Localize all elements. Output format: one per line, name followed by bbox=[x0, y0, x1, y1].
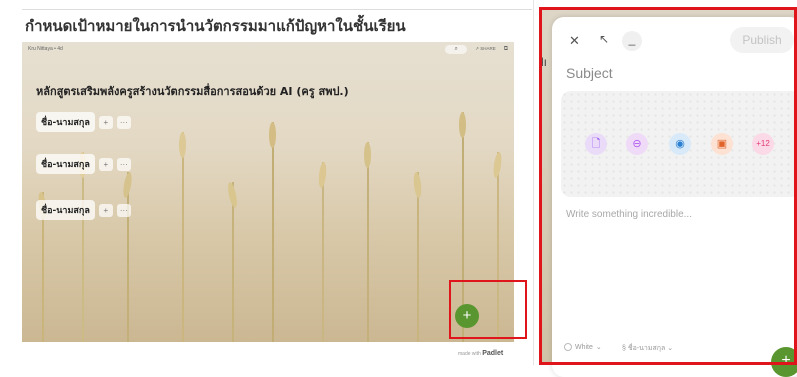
section-more-button[interactable]: ··· bbox=[116, 157, 131, 171]
section-more-button[interactable]: ··· bbox=[116, 203, 131, 217]
board-title: หลักสูตรเสริมพลังครูสร้างนวัตกรรมสื่อการ… bbox=[36, 85, 349, 98]
section-label[interactable]: ชื่อ-นามสกุล bbox=[36, 112, 95, 132]
made-with-padlet[interactable]: made with Padlet bbox=[458, 350, 503, 357]
section-label[interactable]: ชื่อ-นามสกุล bbox=[36, 154, 95, 174]
share-button[interactable]: ↗ SHARE bbox=[475, 46, 496, 52]
padlet-board-preview: Kru Nittaya • 4d ⌕ ↗ SHARE ⧉ หลักสูตรเสร… bbox=[22, 42, 514, 342]
external-link-icon[interactable]: ⧉ bbox=[504, 46, 508, 53]
add-post-button[interactable]: + bbox=[98, 157, 113, 171]
board-topbar: Kru Nittaya • 4d ⌕ ↗ SHARE ⧉ bbox=[22, 42, 514, 56]
search-icon[interactable]: ⌕ bbox=[445, 44, 468, 54]
highlight-box-composer bbox=[539, 7, 797, 365]
section-row: ชื่อ-นามสกุล + ··· bbox=[36, 154, 131, 174]
page-title: กำหนดเป้าหมายในการนำนวัตกรรมมาแก้ปัญหาใน… bbox=[25, 17, 406, 35]
left-divider bbox=[22, 9, 532, 10]
board-author: Kru Nittaya • 4d bbox=[28, 46, 63, 52]
add-post-button[interactable]: + bbox=[98, 203, 113, 217]
section-row: ชื่อ-นามสกุล + ··· bbox=[36, 112, 131, 132]
section-label[interactable]: ชื่อ-นามสกุล bbox=[36, 200, 95, 220]
section-row: ชื่อ-นามสกุล + ··· bbox=[36, 200, 131, 220]
section-more-button[interactable]: ··· bbox=[116, 115, 131, 129]
highlight-box-fab bbox=[449, 280, 527, 339]
panel-divider bbox=[533, 0, 534, 365]
add-post-button[interactable]: + bbox=[98, 115, 113, 129]
